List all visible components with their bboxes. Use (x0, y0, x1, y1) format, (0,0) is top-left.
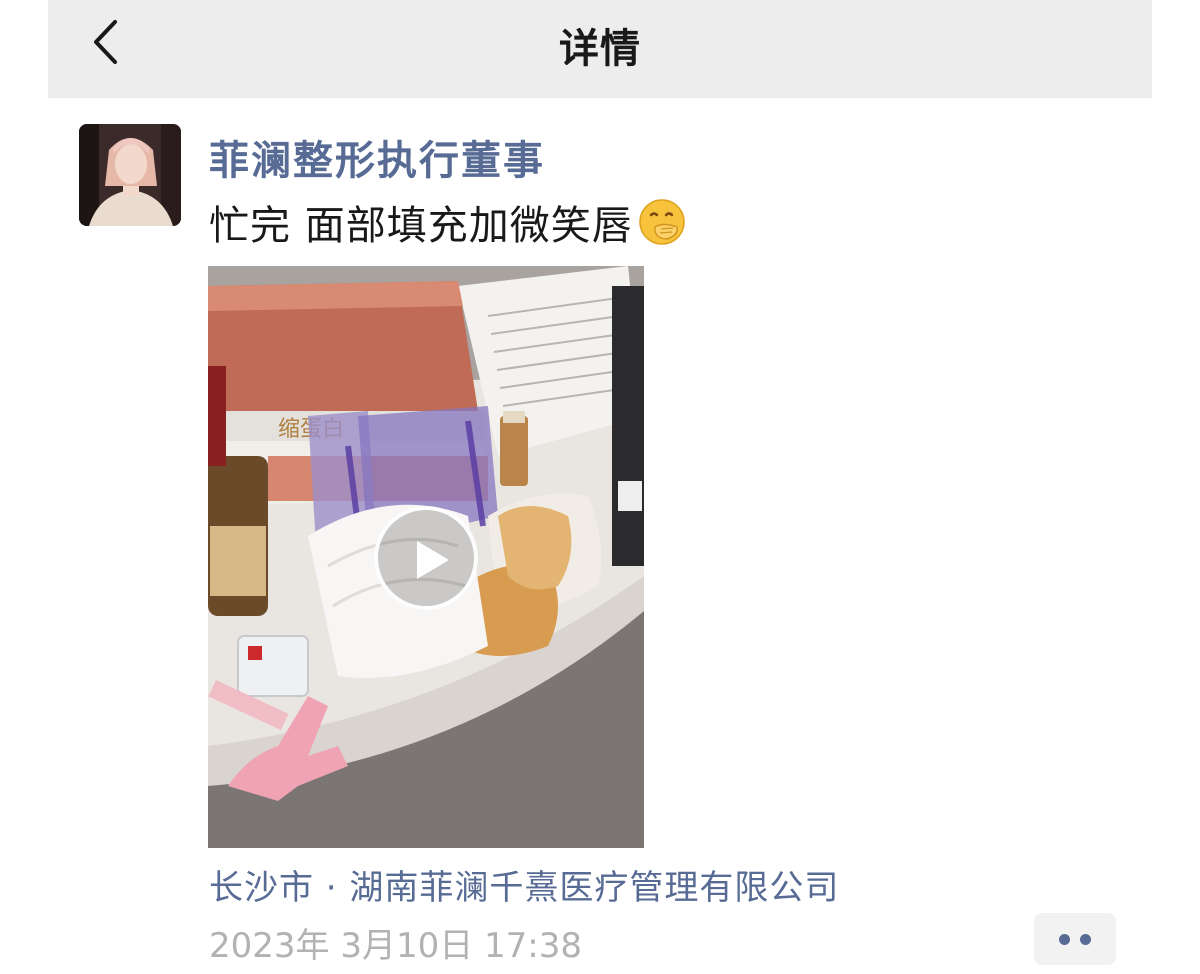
more-button[interactable] (1034, 913, 1116, 965)
avatar[interactable] (79, 124, 181, 226)
author-name[interactable]: 菲澜整形执行董事 (209, 128, 545, 186)
post-text-content: 忙完 面部填充加微笑唇 (209, 203, 633, 249)
more-dots-icon (1059, 933, 1070, 945)
video-thumbnail[interactable]: 缩蛋白 (208, 266, 644, 848)
post-text: 忙完 面部填充加微笑唇 (209, 193, 687, 251)
hand-over-mouth-emoji-icon (638, 199, 685, 245)
top-bar: 详情 (48, 0, 1152, 98)
avatar-image (79, 124, 181, 226)
location-link[interactable]: 长沙市 · 湖南菲澜千熹医疗管理有限公司 (209, 860, 839, 909)
play-icon[interactable] (374, 506, 478, 610)
post-timestamp: 2023年 3月10日 17:38 (209, 926, 583, 966)
page-title: 详情 (559, 26, 641, 72)
more-dot (1080, 933, 1091, 945)
